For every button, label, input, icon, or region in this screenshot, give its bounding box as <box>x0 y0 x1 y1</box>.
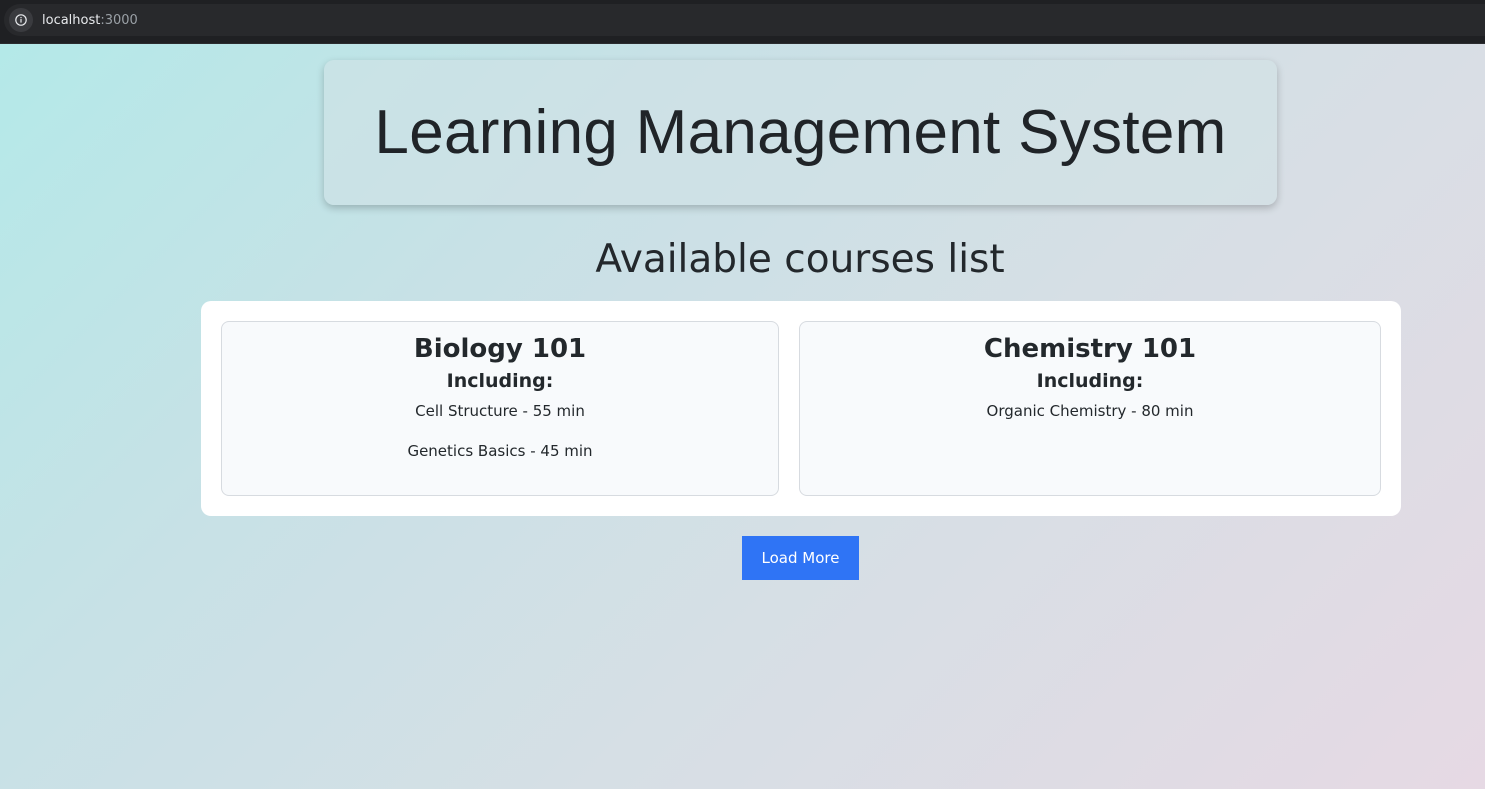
section-title: Available courses list <box>595 237 1005 282</box>
including-label: Including: <box>1036 370 1144 392</box>
url-text: localhost:3000 <box>42 13 138 28</box>
address-bar[interactable]: localhost:3000 <box>4 4 1485 36</box>
course-card-biology: Biology 101 Including: Cell Structure - … <box>221 321 779 496</box>
including-label: Including: <box>446 370 554 392</box>
load-more-button[interactable]: Load More <box>742 536 859 580</box>
browser-toolbar: localhost:3000 <box>0 0 1485 44</box>
url-port: :3000 <box>100 12 138 28</box>
course-name: Biology 101 <box>413 334 587 364</box>
course-card-chemistry: Chemistry 101 Including: Organic Chemist… <box>799 321 1381 496</box>
app-title: Learning Management System <box>374 98 1227 167</box>
courses-panel: Biology 101 Including: Cell Structure - … <box>201 301 1401 516</box>
lesson-item: Cell Structure - 55 min <box>415 402 585 420</box>
lesson-item: Genetics Basics - 45 min <box>407 442 593 460</box>
header-card: Learning Management System <box>324 60 1277 205</box>
lesson-item: Organic Chemistry - 80 min <box>986 402 1194 420</box>
url-host: localhost <box>42 12 101 28</box>
info-icon[interactable] <box>9 8 33 32</box>
course-name: Chemistry 101 <box>983 334 1197 364</box>
page-content: Learning Management System Available cou… <box>0 44 1485 789</box>
